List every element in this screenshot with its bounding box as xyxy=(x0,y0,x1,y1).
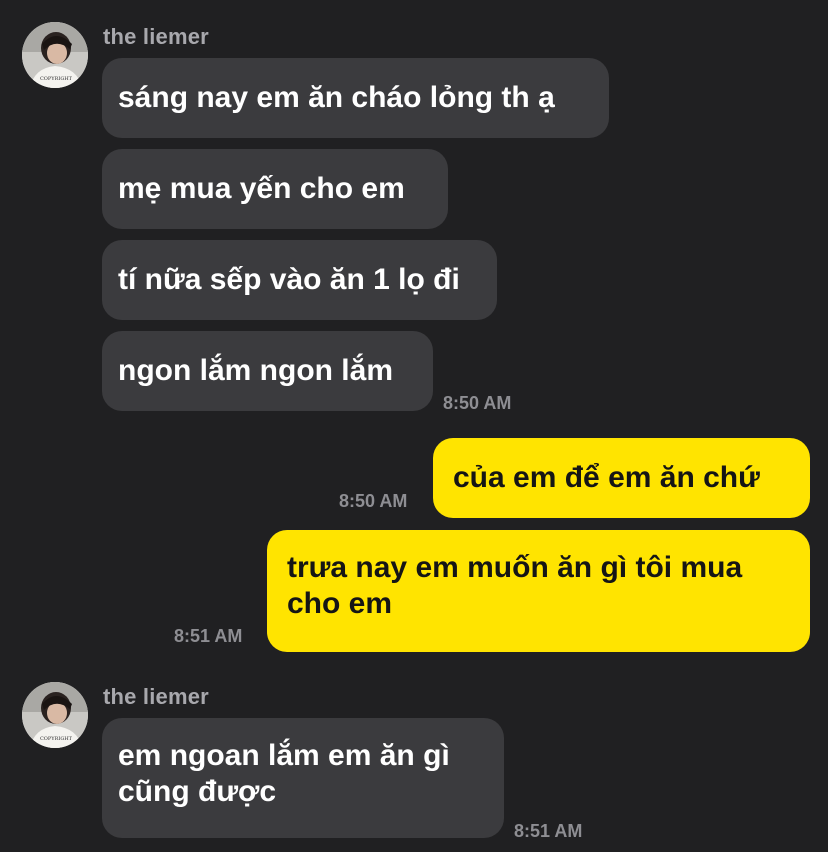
contact-avatar[interactable]: COPYRIGHT xyxy=(22,22,88,88)
message-text: sáng nay em ăn cháo lỏng th ạ xyxy=(118,81,555,114)
message-text: ngon lắm ngon lắm xyxy=(118,354,393,387)
message-timestamp: 8:50 AM xyxy=(443,393,512,413)
message-text: em ngoan lắm em ăn gì cũng được xyxy=(118,739,450,808)
message-text: trưa nay em muốn ăn gì tôi mua cho em xyxy=(287,551,743,620)
svg-text:COPYRIGHT: COPYRIGHT xyxy=(40,736,73,742)
message-timestamp: 8:51 AM xyxy=(174,626,243,646)
svg-text:COPYRIGHT: COPYRIGHT xyxy=(40,76,73,82)
outgoing-message-bubble[interactable]: của em để em ăn chứ xyxy=(433,438,810,518)
sender-name: the liemer xyxy=(103,24,209,49)
sender-name: the liemer xyxy=(103,684,209,709)
message-text: tí nữa sếp vào ăn 1 lọ đi xyxy=(118,263,460,296)
incoming-message-bubble[interactable]: em ngoan lắm em ăn gì cũng được xyxy=(102,718,504,838)
contact-avatar[interactable]: COPYRIGHT xyxy=(22,682,88,748)
avatar-photo-icon: COPYRIGHT xyxy=(22,682,88,748)
message-text: mẹ mua yến cho em xyxy=(118,172,405,205)
message-text: của em để em ăn chứ xyxy=(453,461,760,494)
avatar-photo-icon: COPYRIGHT xyxy=(22,22,88,88)
incoming-message-bubble[interactable]: mẹ mua yến cho em xyxy=(102,149,448,229)
message-timestamp: 8:51 AM xyxy=(514,821,583,841)
outgoing-message-bubble[interactable]: trưa nay em muốn ăn gì tôi mua cho em xyxy=(267,530,810,652)
incoming-message-bubble[interactable]: sáng nay em ăn cháo lỏng th ạ xyxy=(102,58,609,138)
message-timestamp: 8:50 AM xyxy=(339,491,408,511)
incoming-message-bubble[interactable]: ngon lắm ngon lắm xyxy=(102,331,433,411)
incoming-message-bubble[interactable]: tí nữa sếp vào ăn 1 lọ đi xyxy=(102,240,497,320)
